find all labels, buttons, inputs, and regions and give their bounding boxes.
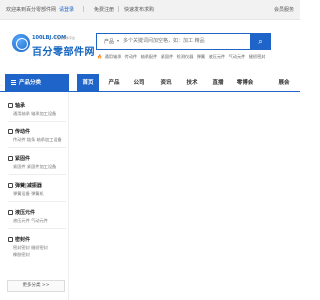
spring-icon [8, 182, 13, 188]
nav-item-home[interactable]: 首页 [77, 74, 99, 92]
top-bar: 欢迎来到百分零部件网 请登录 免费注册 快速发布求购 会员服务 [0, 0, 300, 20]
logo-name: 百分零部件网 [32, 47, 95, 58]
nav-item-companies[interactable]: 公司 [128, 74, 150, 92]
category-label: 产品分类 [19, 80, 42, 86]
category-sub[interactable]: 紧固件 紧固件加工设备 [13, 164, 56, 170]
search-icon: ⌕ [258, 36, 263, 46]
search-button[interactable]: ⌕ [250, 32, 271, 50]
search-bar: 产品 ▾ ⌕ [96, 32, 271, 50]
category-sub[interactable]: 弹簧设备 弹簧机 [13, 191, 44, 197]
site-logo[interactable]: 100LBJ.COM 专业零部件平台 百分零部件网 [12, 32, 95, 64]
nav-item-tech[interactable]: 技术 [181, 74, 203, 92]
hot-word-link[interactable]: 轴承配件 [141, 54, 158, 59]
member-center-link[interactable]: 会员服务 [274, 6, 294, 13]
category-title: 轴承 [8, 102, 25, 109]
seal-icon [8, 236, 13, 242]
main-nav: 产品分类 首页 产品 公司 资讯 技术 直播 零博会 展会 [0, 74, 300, 92]
category-title: 紧固件 [8, 155, 30, 162]
chevron-down-icon: ▾ [117, 38, 120, 43]
fire-icon: 🔥 [97, 54, 103, 59]
nav-item-exhibition[interactable]: 展会 [273, 74, 295, 92]
hot-words: 🔥 通用轴承 传动件 轴承配件 紧固件 检测仪器 弹簧 液压元件 气动元件 缝纫… [97, 54, 267, 60]
hot-word-link[interactable]: 缝纫密封 [249, 54, 266, 59]
main-content [74, 98, 296, 298]
category-title-text: 弹簧|减振器 [15, 183, 42, 189]
divider [8, 121, 66, 122]
hot-word-link[interactable]: 通用轴承 [105, 54, 122, 59]
category-title: 液压元件 [8, 209, 35, 216]
divider [8, 147, 66, 148]
category-title: 密封件 [8, 236, 30, 243]
divider [8, 201, 66, 202]
nav-item-news[interactable]: 资讯 [155, 74, 177, 92]
category-title-text: 轴承 [15, 103, 26, 109]
more-categories-button[interactable]: 更多分类 >> [7, 280, 65, 292]
category-sub[interactable]: 传动件 链条 轴承加工设备 [13, 137, 62, 143]
hot-word-link[interactable]: 液压元件 [208, 54, 225, 59]
logo-globe-icon [12, 34, 30, 52]
nav-item-live[interactable]: 直播 [207, 74, 229, 92]
category-title-text: 传动件 [15, 129, 31, 135]
search-input[interactable] [123, 35, 243, 47]
bolt-icon [8, 155, 13, 161]
product-category-button[interactable]: 产品分类 [5, 74, 69, 92]
welcome-text: 欢迎来到百分零部件网 请登录 [6, 6, 74, 13]
login-link[interactable]: 请登录 [59, 7, 74, 13]
divider [118, 6, 119, 12]
menu-icon [11, 79, 16, 86]
category-title-text: 密封件 [15, 237, 31, 243]
gear-icon [8, 128, 13, 134]
divider [8, 174, 66, 175]
publish-link[interactable]: 快速发布求购 [124, 6, 154, 13]
nav-item-expo[interactable]: 零博会 [232, 74, 258, 92]
hot-word-link[interactable]: 气动元件 [229, 54, 246, 59]
category-sub[interactable]: 橡胶密封 [13, 252, 30, 258]
bearing-icon [8, 102, 13, 108]
header: 100LBJ.COM 专业零部件平台 百分零部件网 产品 ▾ ⌕ 🔥 通用轴承 … [0, 20, 300, 75]
valve-icon [8, 209, 13, 215]
register-link[interactable]: 免费注册 [94, 6, 114, 13]
nav-item-products[interactable]: 产品 [103, 74, 125, 92]
category-title: 传动件 [8, 128, 30, 135]
hot-word-link[interactable]: 传动件 [125, 54, 138, 59]
hot-word-link[interactable]: 弹簧 [197, 54, 205, 59]
divider [83, 6, 84, 12]
hot-word-link[interactable]: 紧固件 [161, 54, 174, 59]
category-sub[interactable]: 液压元件 气动元件 [13, 218, 48, 224]
category-sub[interactable]: 密封密封 缝纫密封 [13, 245, 48, 251]
category-title: 弹簧|减振器 [8, 182, 42, 189]
welcome-label: 欢迎来到百分零部件网 [6, 7, 57, 13]
category-sidebar: 轴承 通用轴承 轴承加工设备 传动件 传动件 链条 轴承加工设备 紧固件 紧固件… [5, 92, 69, 300]
search-category-label: 产品 [104, 39, 115, 45]
divider [8, 228, 66, 229]
logo-tagline: 专业零部件平台 [54, 36, 76, 40]
category-title-text: 紧固件 [15, 156, 31, 162]
category-sub[interactable]: 通用轴承 轴承加工设备 [13, 111, 56, 117]
hot-word-link[interactable]: 检测仪器 [177, 54, 194, 59]
category-title-text: 液压元件 [15, 210, 36, 216]
